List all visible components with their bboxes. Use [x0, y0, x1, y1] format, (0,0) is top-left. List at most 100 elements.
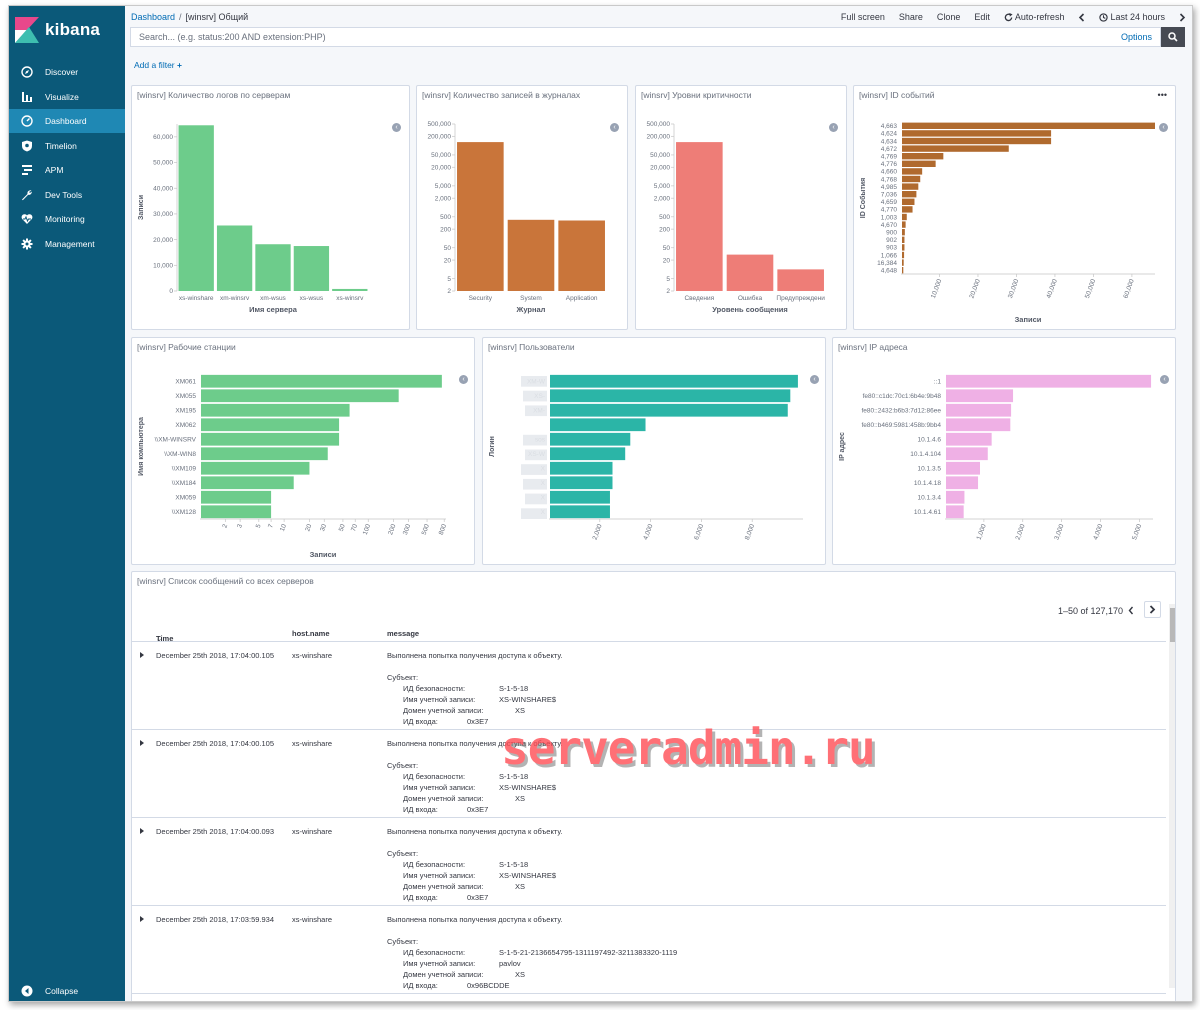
bar[interactable]: [902, 244, 905, 251]
bar[interactable]: [507, 219, 555, 291]
bar[interactable]: [902, 153, 944, 160]
full-screen-button[interactable]: Full screen: [841, 12, 885, 22]
breadcrumb-dashboard-link[interactable]: Dashboard: [131, 12, 175, 22]
share-button[interactable]: Share: [899, 12, 923, 22]
bar[interactable]: [550, 505, 610, 519]
search-button[interactable]: [1161, 27, 1185, 47]
bar[interactable]: [946, 403, 1012, 417]
time-prev-button[interactable]: [1078, 12, 1085, 22]
expand-row-icon[interactable]: [139, 739, 145, 747]
bar[interactable]: [550, 461, 613, 475]
table-scrollbar[interactable]: [1169, 604, 1175, 988]
legend-toggle-icon[interactable]: ‹: [1159, 123, 1168, 132]
sidebar-item-dashboard[interactable]: Dashboard: [9, 109, 125, 133]
bar[interactable]: [558, 220, 605, 291]
bar[interactable]: [902, 206, 913, 213]
sidebar-item-dev-tools[interactable]: Dev Tools: [9, 183, 125, 207]
bar[interactable]: [902, 229, 905, 236]
sidebar-item-apm[interactable]: APM: [9, 158, 125, 182]
bar[interactable]: [550, 403, 788, 417]
table-scrollbar-thumb[interactable]: [1170, 608, 1175, 642]
bar[interactable]: [676, 142, 723, 291]
bar[interactable]: [902, 137, 1052, 145]
bar[interactable]: [550, 389, 791, 403]
sidebar-item-monitoring[interactable]: Monitoring: [9, 207, 125, 231]
sidebar-item-management[interactable]: Management: [9, 232, 125, 256]
bar[interactable]: [777, 269, 824, 291]
bar[interactable]: [550, 432, 631, 446]
bar[interactable]: [902, 236, 905, 243]
bar[interactable]: [902, 213, 907, 221]
bar[interactable]: [902, 168, 923, 175]
legend-toggle-icon[interactable]: ‹: [392, 123, 401, 132]
auto-refresh-button[interactable]: Auto-refresh: [1004, 12, 1064, 22]
bar[interactable]: [201, 490, 272, 504]
bar[interactable]: [946, 505, 964, 519]
bar[interactable]: [201, 374, 442, 388]
bar[interactable]: [902, 175, 921, 183]
previous-page-button[interactable]: [1125, 603, 1137, 617]
collapse-button[interactable]: Collapse: [9, 981, 125, 1001]
bar[interactable]: [902, 267, 904, 274]
legend-toggle-icon[interactable]: ‹: [459, 375, 468, 384]
expand-row-icon[interactable]: [139, 915, 145, 923]
bar[interactable]: [550, 476, 613, 490]
bar[interactable]: [550, 447, 626, 461]
bar[interactable]: [201, 403, 350, 417]
legend-toggle-icon[interactable]: ‹: [829, 123, 838, 132]
bar[interactable]: [902, 160, 936, 167]
expand-row-icon[interactable]: [139, 651, 145, 659]
clone-button[interactable]: Clone: [937, 12, 961, 22]
bar[interactable]: [332, 288, 368, 291]
sidebar-item-discover[interactable]: Discover: [9, 60, 125, 84]
bar[interactable]: [902, 130, 1052, 137]
column-header-host[interactable]: host.name: [292, 629, 330, 638]
legend-toggle-icon[interactable]: ‹: [610, 123, 619, 132]
expand-row-icon[interactable]: [139, 827, 145, 835]
bar[interactable]: [201, 461, 310, 475]
bar[interactable]: [946, 374, 1152, 388]
bar[interactable]: [255, 244, 291, 291]
search-input[interactable]: [139, 32, 950, 42]
bar[interactable]: [178, 125, 214, 292]
bar[interactable]: [946, 418, 1011, 432]
bar[interactable]: [946, 476, 979, 490]
options-link[interactable]: Options: [1121, 32, 1152, 42]
bar[interactable]: [902, 198, 915, 205]
bar[interactable]: [201, 447, 328, 461]
bar[interactable]: [946, 432, 992, 446]
bar[interactable]: [902, 251, 905, 259]
bar[interactable]: [216, 225, 253, 291]
bar[interactable]: [902, 191, 917, 198]
bar[interactable]: [902, 122, 1155, 129]
next-page-button[interactable]: [1144, 601, 1161, 618]
bar[interactable]: [457, 142, 504, 291]
sidebar-item-timelion[interactable]: Timelion: [9, 134, 125, 158]
bar[interactable]: [201, 505, 272, 519]
bar[interactable]: [550, 418, 646, 432]
bar[interactable]: [946, 461, 980, 475]
bar[interactable]: [550, 490, 610, 504]
bar[interactable]: [201, 389, 399, 403]
bar[interactable]: [201, 476, 294, 490]
bar[interactable]: [946, 447, 988, 461]
add-filter-button[interactable]: Add a filter +: [134, 60, 182, 70]
bar[interactable]: [946, 389, 1014, 403]
column-header-message[interactable]: message: [387, 629, 419, 638]
edit-button[interactable]: Edit: [974, 12, 990, 22]
sidebar-item-visualize[interactable]: Visualize: [9, 85, 125, 109]
bar[interactable]: [902, 145, 1009, 152]
legend-toggle-icon[interactable]: ‹: [1160, 375, 1169, 384]
bar[interactable]: [902, 183, 919, 190]
time-picker-button[interactable]: Last 24 hours: [1099, 12, 1165, 22]
bar[interactable]: [201, 432, 340, 446]
legend-toggle-icon[interactable]: ‹: [810, 375, 819, 384]
bar[interactable]: [201, 418, 340, 432]
bar[interactable]: [902, 221, 906, 228]
bar[interactable]: [902, 259, 904, 266]
bar[interactable]: [946, 490, 965, 504]
time-next-button[interactable]: [1179, 12, 1186, 22]
bar[interactable]: [726, 254, 774, 291]
kibana-logo[interactable]: kibana: [15, 16, 100, 44]
bar[interactable]: [550, 374, 798, 388]
